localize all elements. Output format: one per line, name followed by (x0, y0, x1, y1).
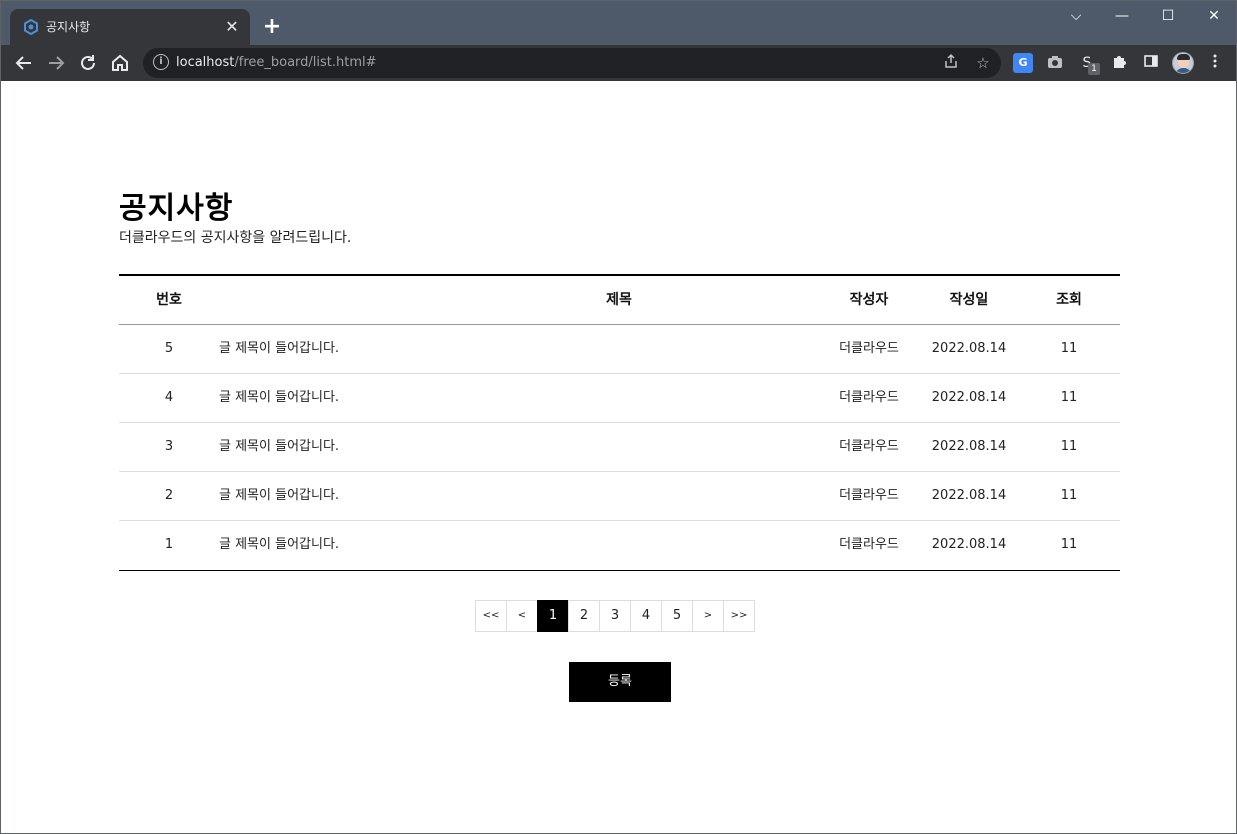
camera-extension-icon[interactable] (1045, 53, 1065, 73)
row-views: 11 (1060, 537, 1078, 552)
side-panel-icon[interactable] (1141, 53, 1161, 73)
page-4-button[interactable]: 4 (630, 600, 662, 632)
notice-table: 번호 제목 작성자 작성일 조회 5 글 제목이 들어갑니다. 더클라우드 20… (119, 274, 1120, 571)
register-button[interactable]: 등록 (569, 662, 671, 702)
table-row[interactable]: 1 글 제목이 들어갑니다. 더클라우드 2022.08.14 11 (119, 521, 1120, 570)
page-5-button[interactable]: 5 (661, 600, 693, 632)
column-header-views: 조회 (1056, 292, 1082, 308)
translate-extension-icon[interactable]: G (1013, 53, 1033, 73)
browser-toolbar: i localhost/free_board/list.html# ☆ G S … (1, 45, 1236, 81)
row-date: 2022.08.14 (931, 439, 1007, 454)
tab-strip: 공지사항 ✕ + ⌵ — ☐ ✕ (1, 1, 1236, 45)
table-row[interactable]: 3 글 제목이 들어갑니다. 더클라우드 2022.08.14 11 (119, 423, 1120, 472)
page-next-button[interactable]: > (692, 600, 724, 632)
row-title-link[interactable]: 글 제목이 들어갑니다. (219, 423, 919, 471)
page-last-button[interactable]: >> (723, 600, 755, 632)
column-header-number: 번호 (156, 292, 182, 308)
close-window-button[interactable]: ✕ (1191, 1, 1236, 33)
puzzle-extensions-icon[interactable] (1109, 53, 1129, 73)
row-title-link[interactable]: 글 제목이 들어갑니다. (219, 521, 919, 569)
page-2-button[interactable]: 2 (568, 600, 600, 632)
row-author: 더클라우드 (839, 537, 899, 552)
minimize-button[interactable]: — (1099, 1, 1145, 33)
page-prev-button[interactable]: < (506, 600, 538, 632)
page-content: 공지사항 더클라우드의 공지사항을 알려드립니다. 번호 제목 작성자 작성일 … (1, 81, 1236, 833)
row-author: 더클라우드 (839, 488, 899, 503)
page-description: 더클라우드의 공지사항을 알려드립니다. (119, 230, 352, 246)
row-number: 5 (164, 341, 174, 356)
address-bar[interactable]: i localhost/free_board/list.html# ☆ (143, 48, 1001, 78)
menu-kebab-icon[interactable] (1205, 53, 1225, 73)
browser-window: 공지사항 ✕ + ⌵ — ☐ ✕ i localhost/free_board/… (0, 0, 1237, 834)
row-date: 2022.08.14 (931, 488, 1007, 503)
column-header-date: 작성일 (949, 292, 989, 308)
url-text: localhost/free_board/list.html# (176, 55, 377, 70)
tab-close-icon[interactable]: ✕ (222, 17, 242, 37)
row-date: 2022.08.14 (931, 537, 1007, 552)
row-author: 더클라우드 (839, 341, 899, 356)
home-icon[interactable] (106, 49, 134, 77)
share-icon[interactable] (941, 53, 961, 73)
table-header: 번호 제목 작성자 작성일 조회 (119, 276, 1120, 325)
row-views: 11 (1060, 488, 1078, 503)
extension-badge: 1 (1088, 63, 1100, 75)
table-row[interactable]: 4 글 제목이 들어갑니다. 더클라우드 2022.08.14 11 (119, 374, 1120, 423)
row-title-link[interactable]: 글 제목이 들어갑니다. (219, 374, 919, 422)
page-first-button[interactable]: << (475, 600, 507, 632)
s-extension-icon[interactable]: S 1 (1077, 53, 1100, 75)
url-path: /free_board/list.html# (234, 55, 377, 70)
column-header-author: 작성자 (849, 292, 889, 308)
row-views: 11 (1060, 390, 1078, 405)
page-1-button[interactable]: 1 (537, 600, 569, 632)
row-title-link[interactable]: 글 제목이 들어갑니다. (219, 472, 919, 520)
maximize-button[interactable]: ☐ (1145, 1, 1191, 33)
table-row[interactable]: 5 글 제목이 들어갑니다. 더클라우드 2022.08.14 11 (119, 325, 1120, 374)
tab-title: 공지사항 (46, 20, 91, 34)
reload-icon[interactable] (74, 49, 102, 77)
row-date: 2022.08.14 (931, 341, 1007, 356)
row-number: 4 (164, 390, 174, 405)
forward-arrow-icon[interactable] (42, 49, 70, 77)
bookmark-star-icon[interactable]: ☆ (973, 53, 993, 73)
row-title-link[interactable]: 글 제목이 들어갑니다. (219, 325, 919, 373)
row-author: 더클라우드 (839, 439, 899, 454)
page-title: 공지사항 (119, 191, 234, 226)
row-number: 1 (164, 537, 174, 552)
profile-avatar[interactable] (1172, 52, 1194, 74)
site-favicon-icon (24, 19, 38, 35)
tab-search-chevron-icon[interactable]: ⌵ (1053, 1, 1099, 33)
row-views: 11 (1060, 341, 1078, 356)
page-3-button[interactable]: 3 (599, 600, 631, 632)
row-number: 2 (164, 488, 174, 503)
row-date: 2022.08.14 (931, 390, 1007, 405)
table-row[interactable]: 2 글 제목이 들어갑니다. 더클라우드 2022.08.14 11 (119, 472, 1120, 521)
row-views: 11 (1060, 439, 1078, 454)
tab-notice[interactable]: 공지사항 ✕ (10, 9, 250, 45)
url-host: localhost (176, 55, 235, 70)
pagination: << < 1 2 3 4 5 > >> (475, 600, 755, 632)
row-author: 더클라우드 (839, 390, 899, 405)
new-tab-button[interactable]: + (260, 15, 284, 39)
back-arrow-icon[interactable] (10, 49, 38, 77)
site-info-icon[interactable]: i (153, 54, 169, 70)
row-number: 3 (164, 439, 174, 454)
